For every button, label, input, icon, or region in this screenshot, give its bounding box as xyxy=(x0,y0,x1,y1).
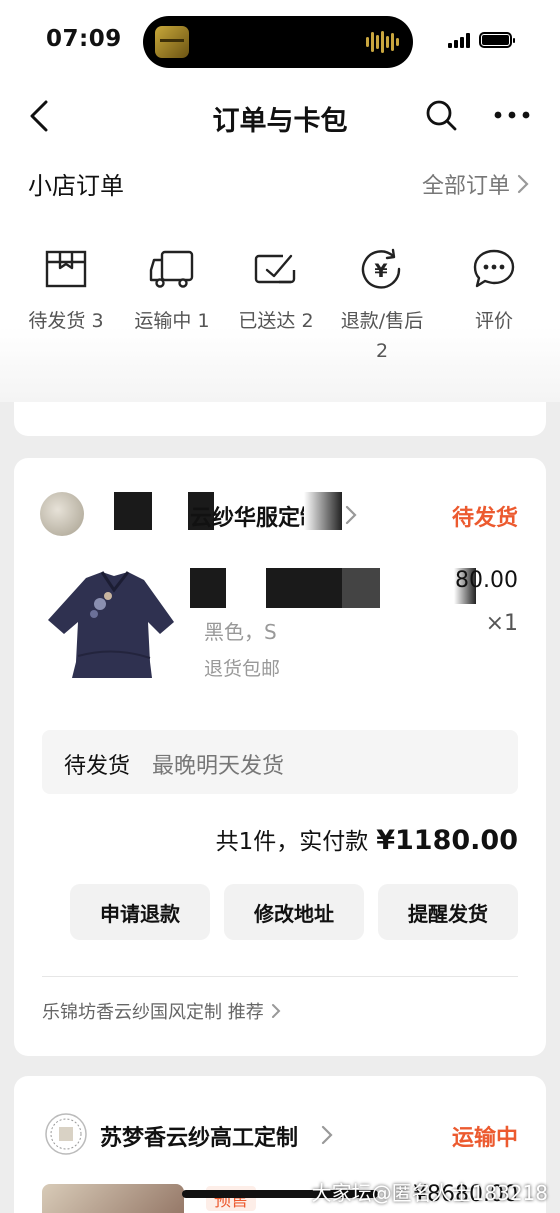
status-label: 已送达 2 xyxy=(238,310,314,332)
shop-logo[interactable] xyxy=(44,1112,88,1156)
remind-shipping-button[interactable]: 提醒发货 xyxy=(378,884,518,940)
return-shipping-tag: 退货包邮 xyxy=(204,658,281,680)
shipping-status-box[interactable]: 待发货 最晚明天发货 xyxy=(42,730,518,794)
order-actions: 申请退款 修改地址 提醒发货 xyxy=(70,884,518,940)
battery-icon xyxy=(479,32,515,48)
redacted-block xyxy=(190,568,226,608)
status-refund[interactable]: ¥ 退款/售后 2 xyxy=(326,248,438,366)
order-status: 运输中 xyxy=(451,1126,518,1151)
status-review[interactable]: 评价 xyxy=(438,248,550,336)
product-image[interactable] xyxy=(42,1184,184,1213)
chevron-right-icon xyxy=(271,1004,281,1018)
order-total: 共1件，实付款 ¥1180.00 xyxy=(216,822,518,856)
truck-icon xyxy=(149,250,194,288)
shipping-note: 最晚明天发货 xyxy=(152,754,285,779)
status-time: 07:09 xyxy=(46,26,122,52)
shipping-status: 待发货 xyxy=(64,754,131,779)
order-total-label: 共1件，实付款 xyxy=(215,829,369,855)
comment-icon xyxy=(473,249,515,288)
watermark: 大家坛@匿名人士183218 xyxy=(311,1181,548,1205)
shop-orders-panel: 小店订单 全部订单 待发货 3 运输中 1 已送达 2 ¥ 退款/售后 2 评价 xyxy=(0,152,560,402)
status-delivered[interactable]: 已送达 2 xyxy=(220,248,332,336)
app-thumbnail-icon xyxy=(155,26,189,58)
refund-icon: ¥ xyxy=(361,248,401,289)
delivered-icon xyxy=(254,254,296,284)
redacted-block xyxy=(114,492,152,530)
request-refund-button[interactable]: 申请退款 xyxy=(70,884,210,940)
order-card[interactable]: 云纱华服定制 待发货 80.00 ×1 黑色，S 退货包邮 待发货 最晚明天发货… xyxy=(14,458,546,1056)
nav-bar: 订单与卡包 xyxy=(0,80,560,152)
product-image[interactable] xyxy=(42,566,184,682)
status-label: 评价 xyxy=(474,310,513,332)
status-label: 运输中 1 xyxy=(134,310,210,332)
order-status: 待发货 xyxy=(451,506,518,531)
cellular-signal-icon xyxy=(448,32,470,48)
order-total-amount: ¥1180.00 xyxy=(376,825,518,856)
more-icon[interactable] xyxy=(492,100,532,130)
all-orders-label: 全部订单 xyxy=(421,174,510,199)
chevron-right-icon xyxy=(321,1125,333,1145)
shop-name[interactable]: 云纱华服定制 xyxy=(190,500,322,532)
chevron-right-icon xyxy=(345,505,357,525)
recommend-label: 乐锦坊香云纱国风定制 推荐 xyxy=(42,1002,264,1023)
product-spec: 黑色，S xyxy=(204,620,277,644)
divider xyxy=(42,976,518,977)
search-icon[interactable] xyxy=(424,98,458,132)
page-title: 订单与卡包 xyxy=(212,106,348,137)
box-icon xyxy=(45,250,87,288)
redacted-block xyxy=(266,568,342,608)
status-icons xyxy=(448,32,515,48)
edit-address-button[interactable]: 修改地址 xyxy=(224,884,364,940)
status-to-ship[interactable]: 待发货 3 xyxy=(10,248,122,336)
status-bar: 07:09 xyxy=(0,0,560,80)
shop-avatar[interactable] xyxy=(40,492,84,536)
product-price: 80.00 xyxy=(455,568,518,593)
redacted-block xyxy=(304,492,342,530)
audio-wave-icon xyxy=(366,30,399,54)
previous-card xyxy=(14,402,546,436)
status-label: 待发货 3 xyxy=(28,310,104,332)
all-orders-link[interactable]: 全部订单 xyxy=(422,168,530,200)
chevron-right-icon xyxy=(517,174,529,194)
shop-orders-title: 小店订单 xyxy=(28,172,124,200)
redacted-block xyxy=(342,568,380,608)
dynamic-island[interactable] xyxy=(143,16,413,68)
status-label: 退款/售后 2 xyxy=(340,310,424,362)
shop-name[interactable]: 苏梦香云纱高工定制 xyxy=(100,1120,298,1152)
product-quantity: ×1 xyxy=(485,611,518,636)
recommend-link[interactable]: 乐锦坊香云纱国风定制 推荐 xyxy=(42,998,282,1024)
svg-text:¥: ¥ xyxy=(374,260,387,282)
status-in-transit[interactable]: 运输中 1 xyxy=(116,248,228,336)
